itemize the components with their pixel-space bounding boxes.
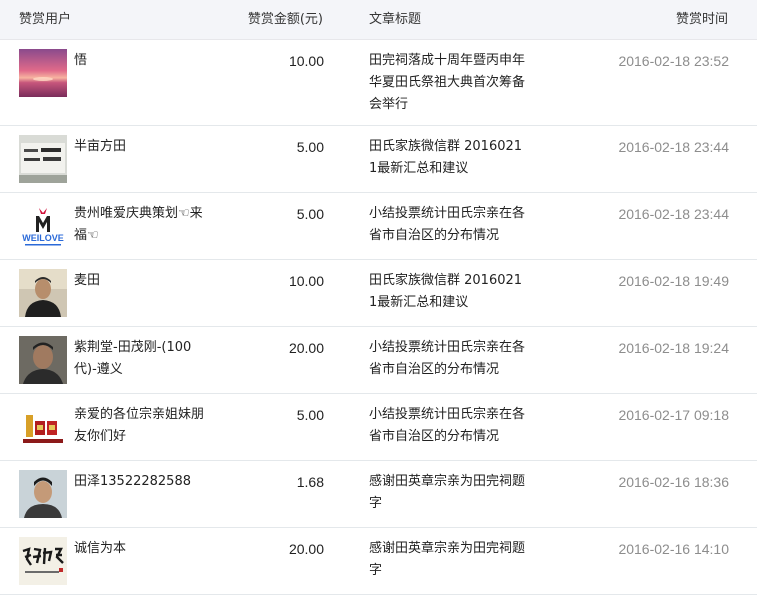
user-name: 半亩方田 <box>74 139 127 154</box>
reward-amount: 5.00 <box>296 139 324 155</box>
logo-text: WEILOVE <box>22 233 64 243</box>
man-portrait-avatar-icon[interactable] <box>19 470 67 518</box>
user-name: 亲爱的各位宗亲姐妹朋友你们好 <box>74 407 205 444</box>
table-row: 诚信为本 20.00 感谢田英章宗亲为田完祠题字 2016-02-16 14:1… <box>0 528 757 595</box>
table-row: WEILOVE 贵州唯爱庆典策划☜来福☜ 5.00 小结投票统计田氏宗亲在各省市… <box>0 193 757 260</box>
user-name: 悟 <box>74 53 88 68</box>
article-title-link[interactable]: 田氏家族微信群 20160211最新汇总和建议 <box>369 270 529 314</box>
article-title-link[interactable]: 田氏家族微信群 20160211最新汇总和建议 <box>369 136 529 180</box>
header-title: 文章标题 <box>369 12 422 27</box>
product-boxes-avatar-icon[interactable] <box>19 403 67 451</box>
article-title-link[interactable]: 田完祠落成十周年暨丙申年华夏田氏祭祖大典首次筹备会举行 <box>369 50 529 116</box>
header-time: 赞赏时间 <box>675 12 728 27</box>
reward-amount: 20.00 <box>288 340 324 356</box>
table-row: 麦田 10.00 田氏家族微信群 20160211最新汇总和建议 2016-02… <box>0 260 757 327</box>
header-user: 赞赏用户 <box>19 12 72 27</box>
sunset-avatar-icon[interactable] <box>19 49 67 97</box>
reward-amount: 5.00 <box>296 206 324 222</box>
reward-amount: 1.68 <box>296 474 324 490</box>
user-name: 贵州唯爱庆典策划☜来福☜ <box>74 206 203 243</box>
reward-amount: 5.00 <box>296 407 324 423</box>
user-name: 诚信为本 <box>74 541 127 556</box>
table-header: 赞赏用户 赞赏金额(元) 文章标题 赞赏时间 <box>0 0 757 40</box>
reward-time: 2016-02-18 19:49 <box>618 273 729 289</box>
weilove-logo-avatar-icon[interactable]: WEILOVE <box>19 202 67 250</box>
man-portrait-avatar-icon[interactable] <box>19 336 67 384</box>
reward-table: 赞赏用户 赞赏金额(元) 文章标题 赞赏时间 悟 10.00 田完祠落成十周年暨… <box>0 0 757 595</box>
article-title-link[interactable]: 感谢田英章宗亲为田完祠题字 <box>369 471 529 515</box>
calligraphy-avatar-icon[interactable] <box>19 537 67 585</box>
sign-board-avatar-icon[interactable] <box>19 135 67 183</box>
table-row: 紫荆堂-田茂刚-(100代)-遵义 20.00 小结投票统计田氏宗亲在各省市自治… <box>0 327 757 394</box>
user-name: 麦田 <box>74 273 101 288</box>
reward-time: 2016-02-17 09:18 <box>618 407 729 423</box>
table-row: 田泽13522282588 1.68 感谢田英章宗亲为田完祠题字 2016-02… <box>0 461 757 528</box>
table-row: 悟 10.00 田完祠落成十周年暨丙申年华夏田氏祭祖大典首次筹备会举行 2016… <box>0 40 757 126</box>
article-title-link[interactable]: 小结投票统计田氏宗亲在各省市自治区的分布情况 <box>369 337 529 381</box>
header-amount: 赞赏金额(元) <box>247 12 323 27</box>
reward-time: 2016-02-18 23:52 <box>618 53 729 69</box>
reward-amount: 10.00 <box>288 273 324 289</box>
reward-time: 2016-02-18 19:24 <box>618 340 729 356</box>
article-title-link[interactable]: 小结投票统计田氏宗亲在各省市自治区的分布情况 <box>369 404 529 448</box>
user-name: 田泽13522282588 <box>74 474 191 489</box>
table-row: 半亩方田 5.00 田氏家族微信群 20160211最新汇总和建议 2016-0… <box>0 126 757 193</box>
reward-time: 2016-02-16 14:10 <box>618 541 729 557</box>
user-name: 紫荆堂-田茂刚-(100代)-遵义 <box>74 340 192 377</box>
reward-amount: 10.00 <box>288 53 324 69</box>
article-title-link[interactable]: 感谢田英章宗亲为田完祠题字 <box>369 538 529 582</box>
reward-time: 2016-02-18 23:44 <box>618 139 729 155</box>
man-portrait-avatar-icon[interactable] <box>19 269 67 317</box>
article-title-link[interactable]: 小结投票统计田氏宗亲在各省市自治区的分布情况 <box>369 203 529 247</box>
table-row: 亲爱的各位宗亲姐妹朋友你们好 5.00 小结投票统计田氏宗亲在各省市自治区的分布… <box>0 394 757 461</box>
reward-time: 2016-02-16 18:36 <box>618 474 729 490</box>
reward-amount: 20.00 <box>288 541 324 557</box>
reward-time: 2016-02-18 23:44 <box>618 206 729 222</box>
